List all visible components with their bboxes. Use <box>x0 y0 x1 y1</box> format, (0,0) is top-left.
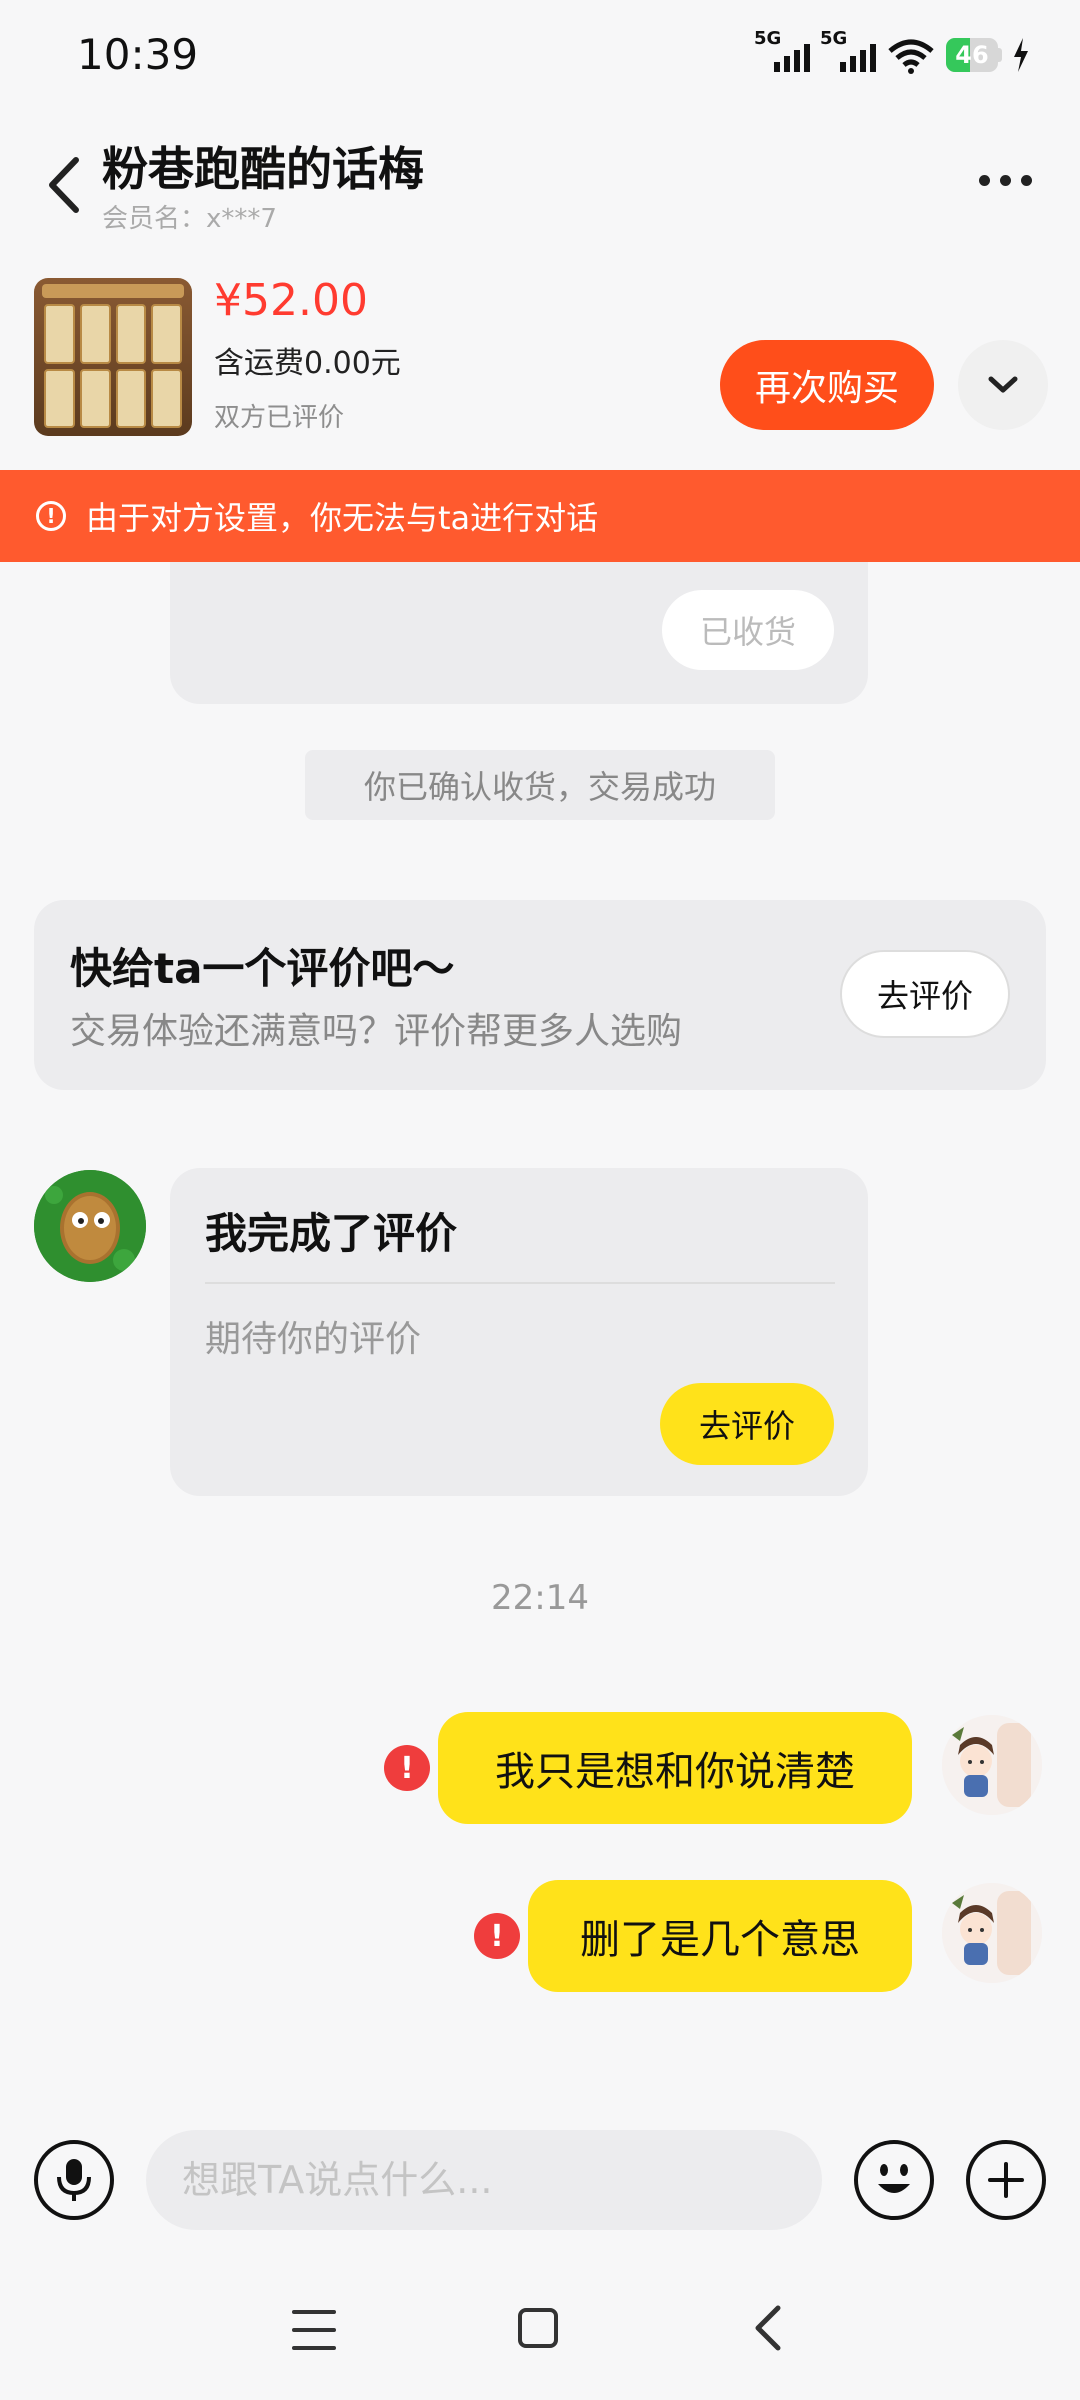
anime-avatar-icon <box>942 1715 1042 1815</box>
menu-icon <box>292 2310 336 2314</box>
alert-circle-icon: ! <box>36 501 66 531</box>
nav-recents-button[interactable] <box>292 2310 336 2350</box>
member-name: 会员名：x***7 <box>102 204 277 234</box>
divider <box>205 1282 835 1284</box>
buy-again-button[interactable]: 再次购买 <box>720 340 934 430</box>
chevron-left-icon <box>49 157 79 213</box>
signal-icon: 5G <box>820 28 876 76</box>
message-timestamp: 22:14 <box>491 1578 589 1618</box>
anime-avatar-icon <box>942 1883 1042 1983</box>
wifi-icon <box>888 39 934 74</box>
peer-go-review-button[interactable]: 去评价 <box>660 1383 834 1465</box>
peer-card-title: 我完成了评价 <box>205 1209 458 1258</box>
plus-icon <box>988 2162 1024 2198</box>
charging-icon <box>1014 38 1028 72</box>
nav-home-button[interactable] <box>518 2308 558 2348</box>
status-time: 10:39 <box>77 30 199 79</box>
my-avatar[interactable] <box>942 1883 1042 1983</box>
emoji-button[interactable] <box>854 2140 934 2220</box>
outgoing-message[interactable]: 我只是想和你说清楚 <box>438 1712 912 1824</box>
system-message: 你已确认收货，交易成功 <box>305 750 775 820</box>
peer-avatar[interactable] <box>34 1170 146 1282</box>
voice-input-button[interactable] <box>34 2140 114 2220</box>
nav-back-button[interactable] <box>748 2303 788 2353</box>
go-review-button[interactable]: 去评价 <box>840 950 1010 1038</box>
product-price: ¥52.00 <box>214 275 368 326</box>
product-thumbnail[interactable] <box>34 278 192 436</box>
send-failed-icon[interactable]: ! <box>384 1745 430 1791</box>
expand-button[interactable] <box>958 340 1048 430</box>
emoji-icon <box>878 2164 910 2193</box>
chevron-left-icon <box>755 2305 781 2351</box>
banner-text: 由于对方设置，你无法与ta进行对话 <box>86 499 599 537</box>
chevron-down-icon <box>988 376 1018 393</box>
my-avatar[interactable] <box>942 1715 1042 1815</box>
warning-banner: ! 由于对方设置，你无法与ta进行对话 <box>0 470 1080 562</box>
review-prompt-subtitle: 交易体验还满意吗？评价帮更多人选购 <box>70 1011 683 1052</box>
microphone-icon <box>57 2159 91 2201</box>
back-button[interactable] <box>40 150 90 220</box>
signal-icon: 5G <box>754 28 810 76</box>
review-prompt-title: 快给ta一个评价吧～ <box>70 944 455 993</box>
outgoing-message[interactable]: 删了是几个意思 <box>528 1880 912 1992</box>
walnut-avatar-icon <box>34 1170 146 1282</box>
more-actions-button[interactable] <box>966 2140 1046 2220</box>
review-status: 双方已评价 <box>214 403 345 433</box>
send-failed-icon[interactable]: ! <box>474 1913 520 1959</box>
peer-card-subtitle: 期待你的评价 <box>205 1319 422 1360</box>
received-button: 已收货 <box>662 590 834 670</box>
message-input[interactable] <box>146 2130 822 2230</box>
page-title: 粉巷跑酷的话梅 <box>102 142 424 196</box>
more-options-button[interactable] <box>970 160 1040 200</box>
shipping-info: 含运费0.00元 <box>214 346 401 381</box>
battery-level: 46 <box>955 41 989 69</box>
status-icons: 5G 5G 46 <box>754 28 1030 76</box>
battery-icon: 46 <box>946 38 1002 72</box>
more-icon <box>978 174 990 186</box>
